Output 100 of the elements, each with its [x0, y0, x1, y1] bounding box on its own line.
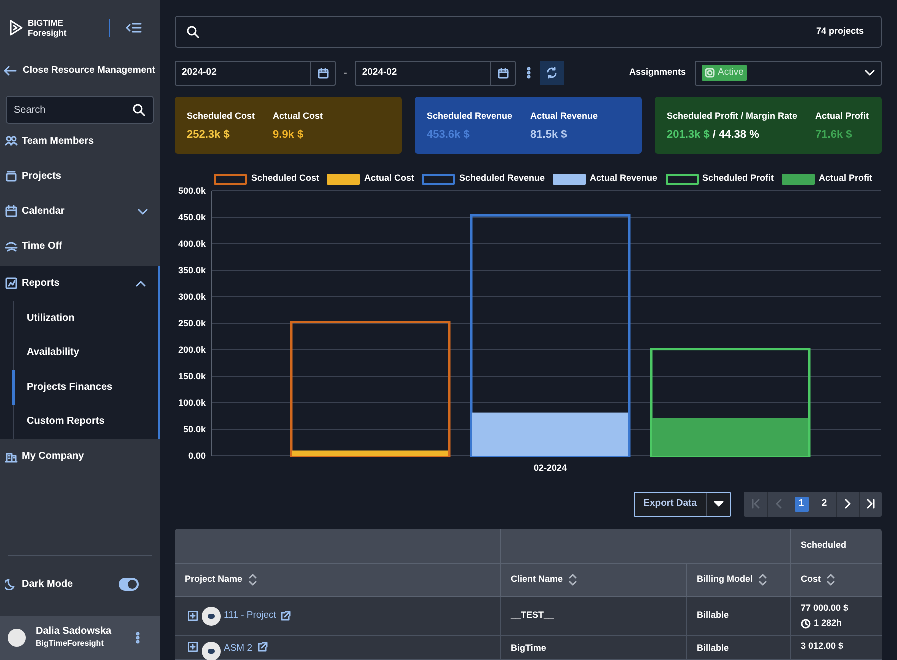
toggle-switch[interactable]: [119, 578, 139, 590]
chevron-icon: [775, 499, 783, 509]
refresh-icon: [546, 67, 558, 79]
metric-value: 71.6k $: [816, 128, 854, 142]
more-icon[interactable]: [136, 632, 140, 644]
column-header[interactable]: Project Name: [175, 564, 500, 596]
nav-icon: [5, 205, 18, 218]
clock-icon: [801, 618, 811, 629]
calendar-icon[interactable]: [498, 68, 509, 78]
search-icon: [133, 104, 145, 116]
moon-icon: [5, 578, 16, 590]
submenu-item[interactable]: Custom Reports: [12, 404, 156, 439]
column-header[interactable]: Client Name: [500, 564, 686, 596]
metric-label: Scheduled Profit / Margin Rate: [667, 110, 798, 123]
legend-label: Actual Cost: [364, 172, 414, 186]
date-field[interactable]: 2024-02: [175, 60, 336, 86]
expand-icon[interactable]: [188, 611, 198, 621]
assignments-label: Assignments: [629, 66, 686, 80]
axis-tick-label: 450.0k: [178, 212, 206, 222]
cost-value: 77 000.00 $: [801, 602, 850, 614]
logo-text: BIGTIME: [28, 18, 64, 28]
user-name: Dalia Sadowska: [36, 626, 112, 638]
nav-icon: [5, 277, 18, 290]
avatar: [8, 629, 26, 647]
metric-label: Actual Profit: [816, 110, 870, 123]
nav-icon: [5, 170, 18, 183]
metric-value: 252.3k $: [187, 128, 231, 142]
cost-value: 3 012.00 $: [801, 640, 845, 653]
axis-tick-label: 500.0k: [178, 186, 206, 196]
axis-tick-label: 150.0k: [178, 372, 206, 382]
status-tag: Active: [702, 65, 747, 81]
axis-tick-label: 350.0k: [178, 266, 206, 276]
column-header[interactable]: Cost: [790, 564, 888, 596]
legend-label: Scheduled Cost: [251, 172, 320, 186]
calendar-icon[interactable]: [318, 68, 328, 78]
submenu-item[interactable]: Availability: [12, 336, 156, 370]
sort-icon: [569, 574, 578, 586]
legend-swatch: [214, 174, 248, 184]
table-cell-text: Billable: [697, 609, 730, 622]
axis-tick-label: 200.0k: [178, 345, 206, 355]
user-organization: BigTimeForesight: [36, 638, 105, 650]
metric-value: 453.6k $: [427, 128, 471, 142]
nav-item[interactable]: Calendar: [0, 194, 160, 229]
refresh-button[interactable]: [540, 61, 564, 85]
column-header[interactable]: Billing Model: [686, 564, 790, 596]
project-count: 74 projects: [816, 25, 864, 38]
skip-icon: [867, 499, 875, 509]
metric-label: Scheduled Cost: [187, 110, 256, 123]
hours-value: 1 282h: [814, 617, 842, 630]
submenu-item[interactable]: Projects Finances: [12, 370, 156, 404]
legend-swatch: [553, 174, 586, 184]
metric-label: Actual Cost: [273, 110, 324, 123]
legend-swatch: [666, 174, 699, 184]
axis-tick-label: 300.0k: [178, 292, 206, 302]
project-link[interactable]: ASM 2: [224, 642, 253, 656]
metric-label: Scheduled Revenue: [427, 110, 513, 123]
axis-tick-label: 250.0k: [178, 318, 206, 328]
legend-swatch: [422, 174, 456, 184]
table-cell-text: __TEST__: [511, 609, 554, 622]
date-field[interactable]: 2024-02: [355, 60, 516, 86]
search-icon: [187, 26, 199, 38]
nav-icon: [5, 240, 18, 253]
page-button[interactable]: 1: [790, 492, 813, 516]
more-icon[interactable]: [527, 67, 532, 79]
metric-label: Actual Revenue: [530, 110, 598, 123]
search-field[interactable]: Search: [6, 96, 154, 124]
date-separator: -: [344, 66, 348, 80]
back-link[interactable]: Close Resource Management: [0, 56, 160, 86]
project-link[interactable]: 111 - Project: [224, 608, 276, 624]
sort-icon: [759, 574, 767, 586]
nav-item[interactable]: My Company: [0, 439, 160, 474]
axis-tick-label: 50.0k: [183, 424, 206, 434]
dark-mode-label: Dark Mode: [22, 578, 74, 592]
submenu-item[interactable]: Utilization: [12, 301, 156, 336]
nav-item[interactable]: Reports: [0, 266, 158, 301]
axis-tick-label: 100.0k: [178, 398, 206, 408]
chevron-icon: [844, 499, 852, 509]
page-button[interactable]: 2: [813, 492, 836, 516]
external-link-icon[interactable]: [280, 610, 292, 622]
table-cell-text: BigTime: [511, 642, 546, 655]
project-avatar: [202, 642, 221, 660]
logo-icon: [8, 19, 24, 37]
external-link-icon[interactable]: [256, 642, 268, 653]
nav-icon: [5, 135, 18, 148]
nav-item[interactable]: Projects: [0, 159, 160, 194]
sort-icon: [827, 574, 835, 586]
axis-category-label: 02-2024: [534, 463, 568, 473]
legend-label: Actual Revenue: [590, 172, 658, 186]
legend-swatch: [782, 174, 816, 184]
legend-label: Scheduled Revenue: [459, 172, 545, 186]
project-avatar: [202, 606, 221, 626]
chevron-down-icon: [865, 69, 875, 77]
metric-value: 201.3k $ / 44.38 %: [667, 128, 760, 142]
expand-icon[interactable]: [188, 642, 198, 652]
legend-label: Actual Profit: [819, 172, 873, 186]
skip-icon: [752, 499, 760, 509]
collapse-menu-icon[interactable]: [126, 21, 142, 35]
nav-item[interactable]: Time Off: [0, 229, 160, 264]
project-search-bar[interactable]: 74 projects: [175, 16, 882, 48]
nav-item[interactable]: Team Members: [0, 124, 160, 159]
